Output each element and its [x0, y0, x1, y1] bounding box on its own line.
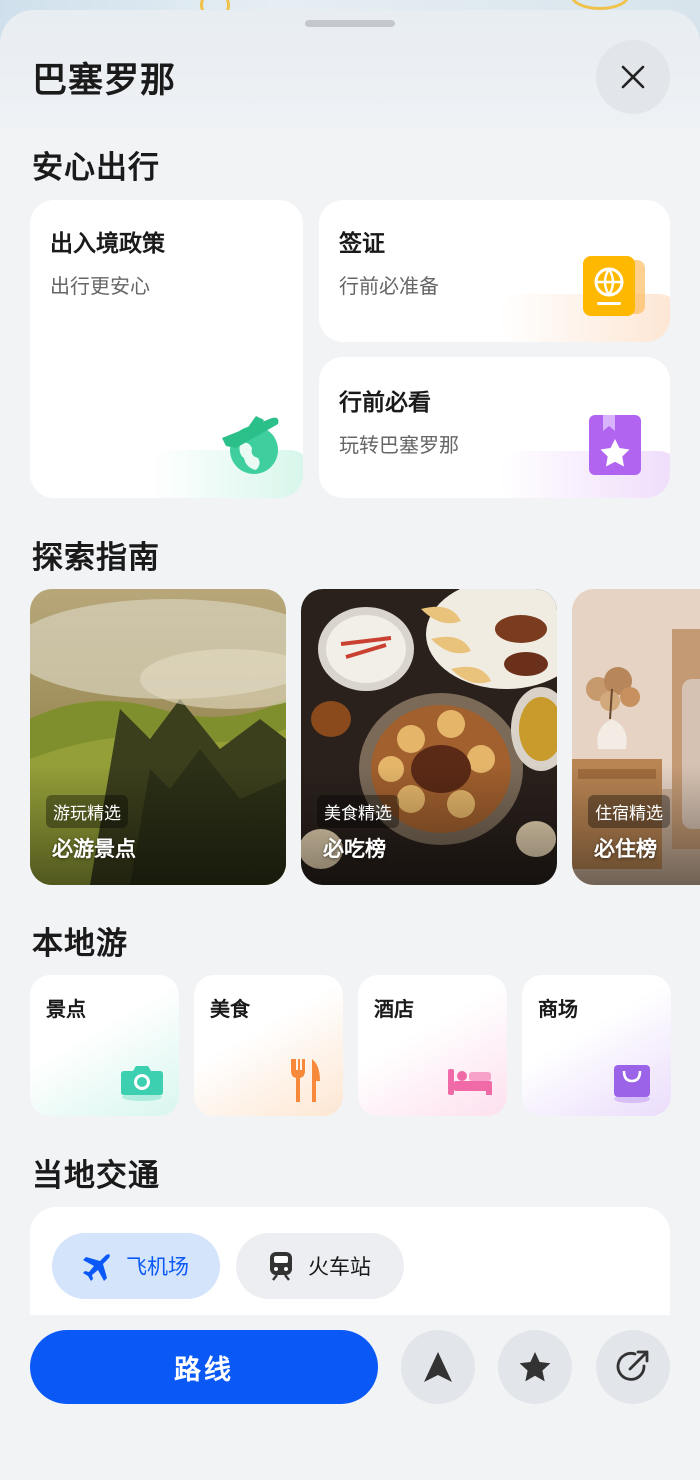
plane-globe-icon [222, 416, 279, 474]
route-button[interactable]: 路线 [30, 1330, 378, 1404]
local-food[interactable]: 美食 [194, 975, 343, 1116]
guide-card-hotels[interactable]: 住宿精选 必住榜 [572, 589, 700, 885]
guide-tag: 住宿精选 [588, 795, 670, 828]
passport-icon [583, 256, 645, 316]
tab-label: 飞机场 [126, 1255, 189, 1279]
guide-card-attractions[interactable]: 游玩精选 必游景点 [30, 589, 286, 885]
share-button[interactable] [596, 1330, 670, 1404]
section-title-transport: 当地交通 [32, 1158, 160, 1194]
card-subtitle: 玩转巴塞罗那 [339, 433, 459, 457]
local-attractions[interactable]: 景点 [30, 975, 179, 1116]
card-subtitle: 出行更安心 [50, 274, 150, 298]
local-hotels[interactable]: 酒店 [358, 975, 507, 1116]
local-label: 美食 [210, 997, 250, 1021]
navigate-icon [424, 1352, 452, 1382]
drag-handle[interactable] [305, 20, 395, 27]
tab-label: 火车站 [308, 1255, 371, 1279]
guide-title: 必吃榜 [323, 837, 386, 861]
destination-sheet: 巴塞罗那 安心出行 出入境政策 出行更安心 签证 行前必准备 行前必看 玩转巴塞… [0, 10, 700, 1480]
bookmark-star-icon [589, 415, 641, 475]
section-title-safe-travel: 安心出行 [32, 150, 160, 186]
bottom-action-bar: 路线 [0, 1315, 700, 1480]
local-label: 酒店 [374, 997, 414, 1021]
entry-policy-card[interactable]: 出入境政策 出行更安心 [30, 200, 303, 498]
bed-icon [448, 1069, 492, 1095]
close-icon [621, 65, 645, 89]
guide-tag: 美食精选 [317, 795, 399, 828]
shopping-bag-icon [614, 1065, 650, 1103]
tab-train-station[interactable]: 火车站 [236, 1233, 404, 1299]
page-title: 巴塞罗那 [32, 61, 177, 101]
card-glow [499, 451, 670, 498]
map-road [570, 0, 630, 10]
navigate-button[interactable] [401, 1330, 475, 1404]
airplane-icon [83, 1254, 110, 1281]
guide-title: 必游景点 [52, 837, 136, 861]
card-title: 出入境政策 [50, 231, 165, 257]
guide-card-food[interactable]: 美食精选 必吃榜 [301, 589, 557, 885]
local-malls[interactable]: 商场 [522, 975, 671, 1116]
section-title-local-tour: 本地游 [32, 926, 128, 962]
visa-card[interactable]: 签证 行前必准备 [319, 200, 670, 342]
guide-title: 必住榜 [594, 837, 657, 861]
card-title: 行前必看 [339, 390, 431, 416]
card-title: 签证 [339, 231, 385, 257]
before-trip-card[interactable]: 行前必看 玩转巴塞罗那 [319, 357, 670, 498]
favorite-button[interactable] [498, 1330, 572, 1404]
star-icon [519, 1352, 551, 1382]
train-icon [270, 1252, 292, 1281]
close-button[interactable] [596, 40, 670, 114]
share-icon [616, 1350, 649, 1381]
guide-tag: 游玩精选 [46, 795, 128, 828]
card-subtitle: 行前必准备 [339, 274, 439, 298]
camera-icon [121, 1066, 163, 1101]
transport-panel: 飞机场 火车站 [30, 1207, 670, 1327]
local-label: 商场 [538, 997, 578, 1021]
cutlery-icon [291, 1059, 320, 1102]
section-title-guides: 探索指南 [32, 540, 160, 576]
tab-airport[interactable]: 飞机场 [52, 1233, 220, 1299]
local-label: 景点 [46, 997, 86, 1021]
